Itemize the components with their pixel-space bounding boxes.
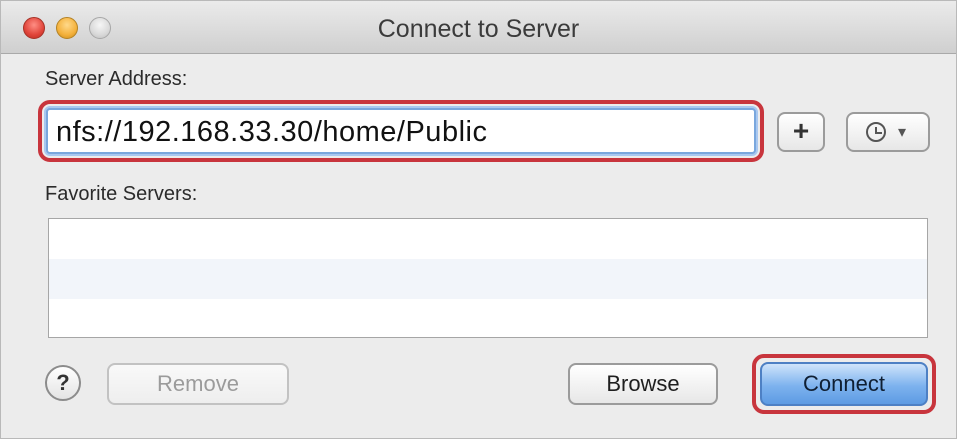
server-address-input[interactable]: nfs://192.168.33.30/home/Public — [46, 108, 756, 154]
window-title: Connect to Server — [377, 15, 580, 43]
recent-servers-button[interactable]: ▾ — [846, 112, 930, 152]
list-item[interactable] — [49, 259, 927, 299]
connect-button[interactable]: Connect — [760, 362, 928, 406]
remove-button[interactable]: Remove — [107, 363, 289, 405]
add-favorite-button[interactable]: + — [777, 112, 825, 152]
help-button[interactable]: ? — [45, 365, 81, 401]
browse-button[interactable]: Browse — [568, 363, 718, 405]
chevron-down-icon: ▾ — [898, 124, 907, 141]
favorite-servers-list[interactable] — [48, 218, 928, 338]
clock-icon — [866, 122, 886, 142]
connect-to-server-window: Connect to Server Server Address: nfs://… — [0, 0, 957, 439]
list-item[interactable] — [49, 299, 927, 337]
list-item[interactable] — [49, 219, 927, 259]
favorite-servers-label: Favorite Servers: — [45, 183, 198, 205]
server-address-label: Server Address: — [45, 68, 188, 90]
title-bar[interactable]: Connect to Server — [1, 1, 956, 54]
